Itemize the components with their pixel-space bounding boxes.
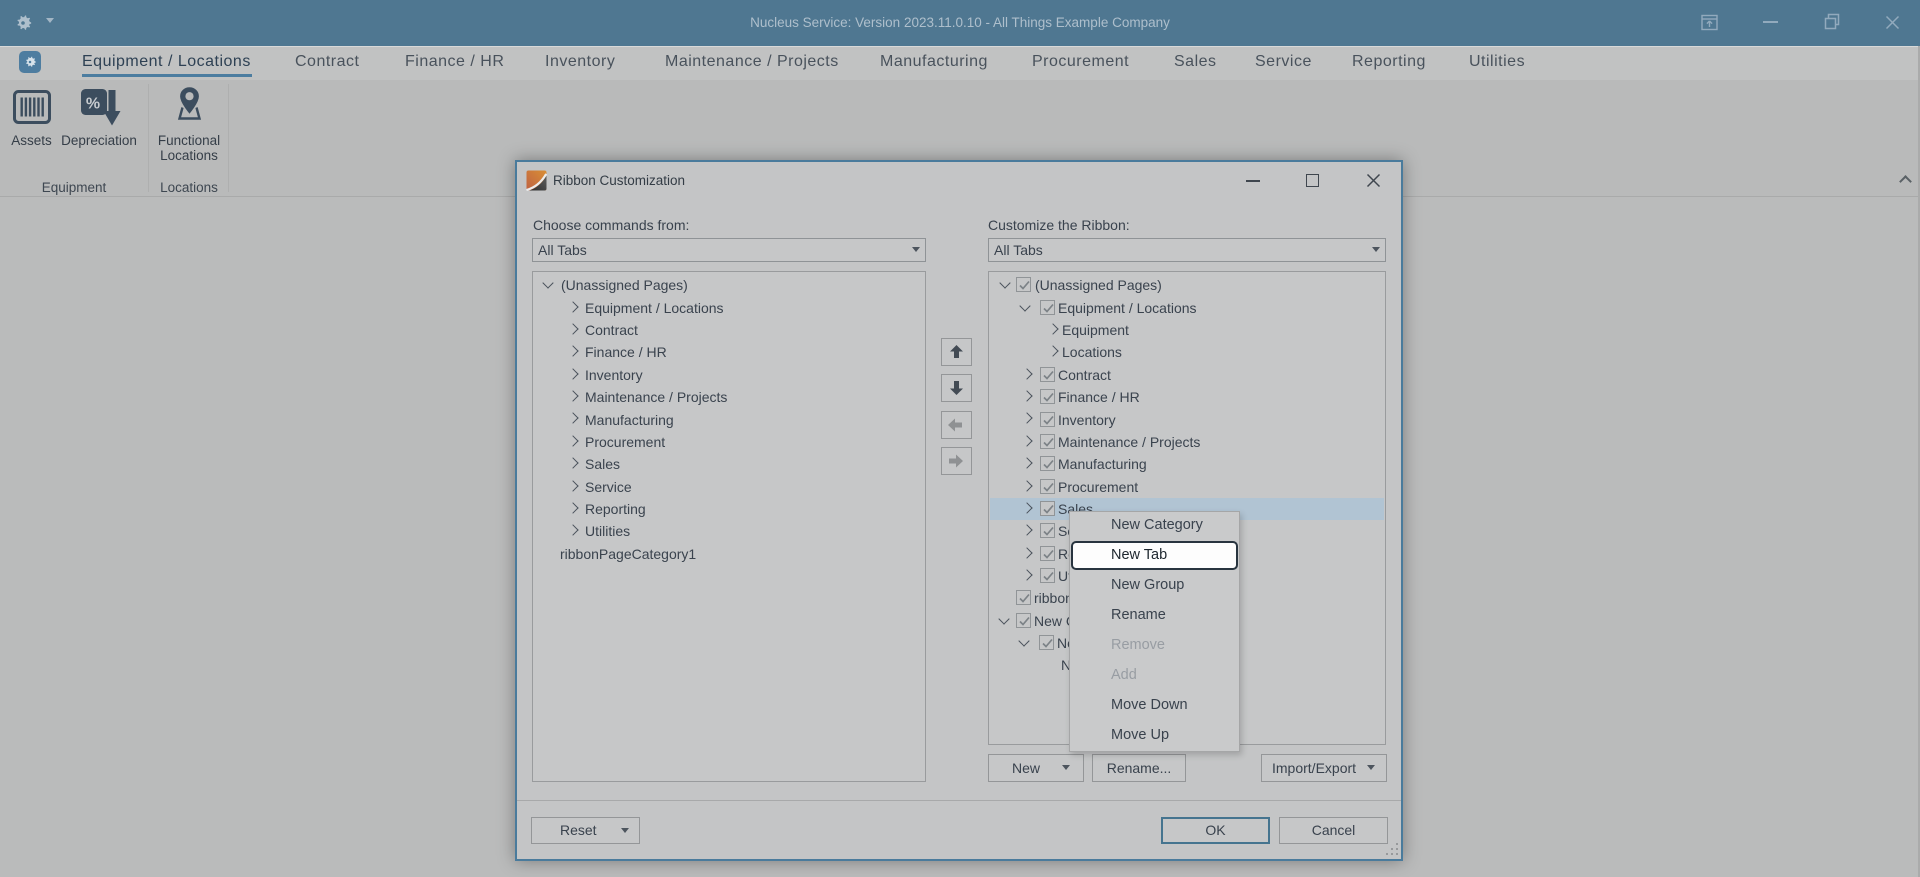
svg-text:%: %	[86, 96, 100, 113]
